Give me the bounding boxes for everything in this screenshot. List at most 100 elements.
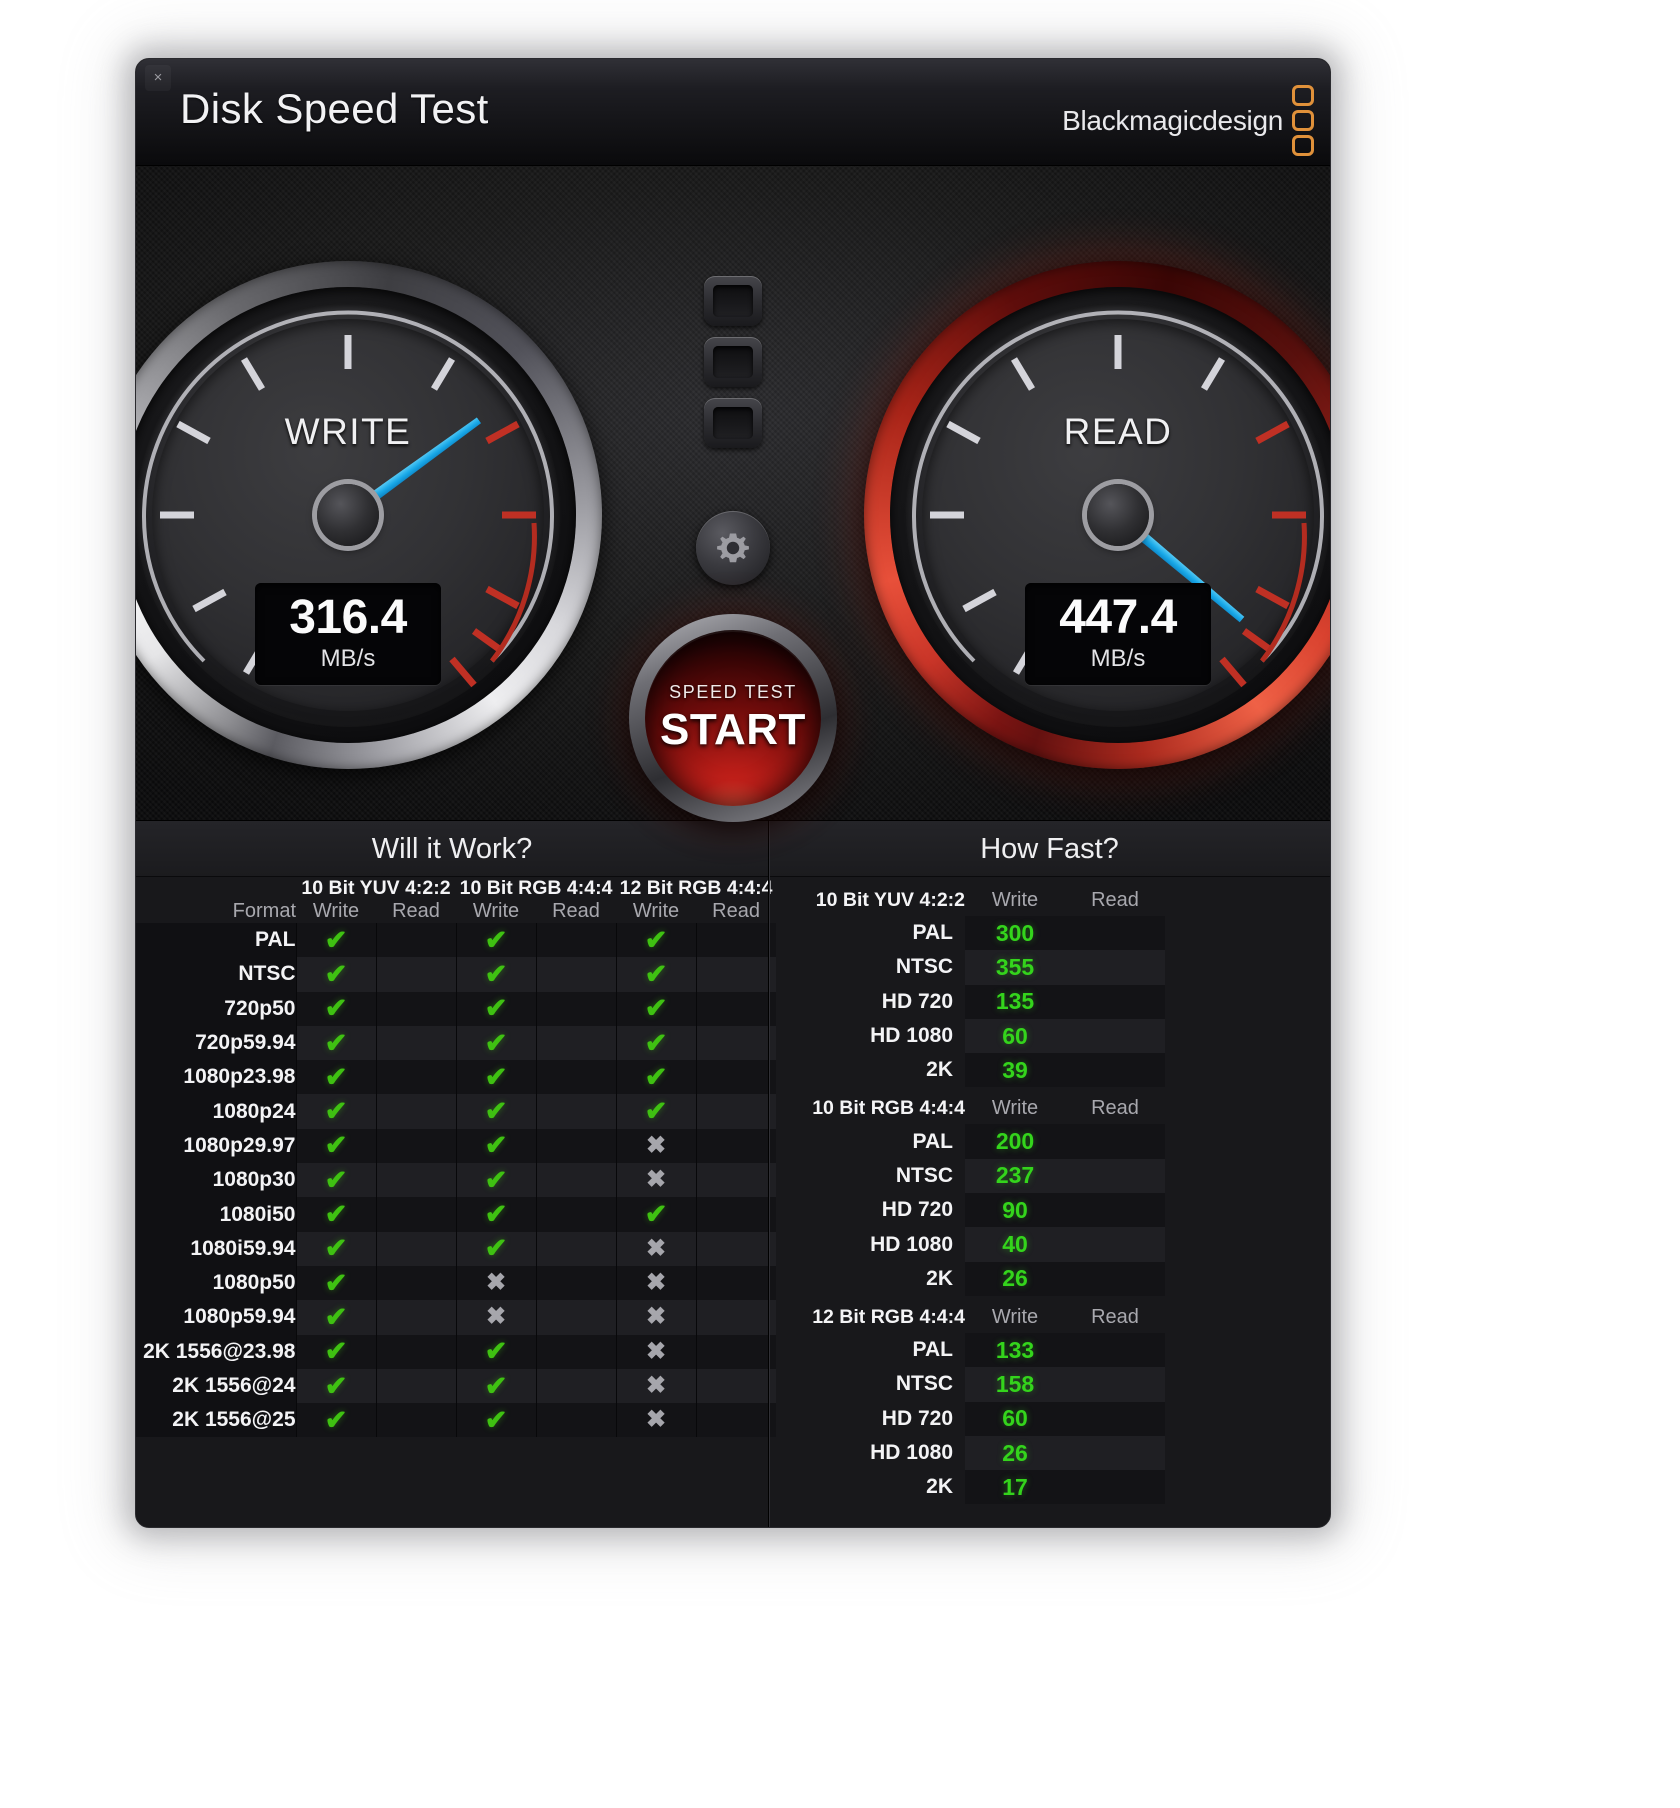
support-cell [535,1128,617,1164]
support-cell [535,1060,617,1095]
support-cell: ✔ [455,1060,537,1095]
read-unit: MB/s [1090,645,1146,673]
write-column-header: Write [991,1305,1039,1328]
cross-icon: ✖ [645,1337,667,1365]
brand-text: Blackmagicdesign [1062,104,1283,136]
read-speed-value [1065,1261,1165,1296]
will-it-work-body: PAL ✔ ✔ ✔ NTSC ✔ ✔ ✔ 720p50 ✔ ✔ ✔ 720p59.94 ✔ ✔ ✔ 1080p2… [136,923,777,1438]
table-row: 1080p30 ✔ ✔ ✖ [136,1163,777,1198]
read-value: 447.4 [1059,591,1177,644]
check-icon: ✔ [324,1096,348,1127]
write-speed-value: 200 [965,1124,1065,1159]
support-cell [535,1403,617,1438]
close-button[interactable]: × [145,65,171,91]
write-speed-value: 158 [965,1367,1065,1402]
read-speed-value [1065,1227,1165,1262]
title-bar: × Disk Speed Test Blackmagicdesign [136,59,1330,166]
cross-icon: ✖ [645,1131,667,1159]
support-cell: ✔ [615,991,697,1026]
support-cell [695,923,777,958]
list-item: HD 720 90 [769,1193,1330,1228]
support-cell: ✖ [615,1300,697,1335]
how-fast-table: 10 Bit YUV 4:2:2 Write Read PAL 300 NTSC 355 HD… [769,879,1330,1505]
read-speed-value [1065,1158,1165,1194]
group-header-0: 10 Bit YUV 4:2:2 [301,877,451,899]
support-cell [535,1334,617,1369]
support-cell: ✔ [295,1128,376,1164]
check-icon: ✔ [324,1404,348,1435]
format-label: PAL [912,1338,953,1362]
list-item: PAL 300 [769,916,1330,951]
support-cell: ✔ [455,991,537,1026]
start-button-sublabel: SPEED TEST [669,681,797,702]
check-icon: ✔ [644,993,668,1024]
list-item: 2K 39 [769,1053,1330,1088]
format-label: 2K 1556@25 [136,1403,296,1438]
start-button-label: START [660,704,806,754]
format-label: HD 1080 [870,1441,953,1464]
support-cell [375,1265,457,1301]
check-icon: ✔ [324,1370,348,1401]
support-cell: ✔ [615,957,697,992]
subheader-format: Format [232,900,296,922]
support-cell [375,1025,457,1061]
support-cell [695,991,777,1026]
stack-button-1[interactable] [704,276,762,326]
check-icon: ✔ [324,1130,348,1161]
stack-button-3[interactable] [704,398,762,448]
support-cell: ✔ [295,1403,376,1438]
will-it-work-header: 10 Bit YUV 4:2:2 10 Bit RGB 4:4:4 12 Bit… [136,877,776,923]
support-cell [695,1300,777,1335]
support-cell [695,1368,777,1404]
write-speed-value: 60 [965,1401,1065,1436]
support-cell: ✔ [295,1197,376,1232]
write-speed-value: 90 [965,1193,1065,1228]
cross-icon: ✖ [645,1269,667,1297]
support-cell: ✔ [615,1197,697,1232]
read-speed-value [1065,1470,1165,1505]
how-fast-section-header: 10 Bit YUV 4:2:2 Write Read [769,879,1330,916]
support-cell [695,1334,777,1369]
support-cell: ✔ [295,957,376,992]
format-label: PAL [912,921,953,945]
how-fast-panel: How Fast? 10 Bit YUV 4:2:2 Write Read PAL 30… [768,821,1330,1527]
write-speed-value: 26 [965,1261,1065,1296]
cross-icon: ✖ [645,1234,667,1262]
brand-logo: Blackmagicdesign [1062,85,1314,156]
support-cell [535,1300,617,1335]
support-cell: ✔ [455,1231,537,1266]
check-icon: ✔ [484,1233,508,1264]
list-item: PAL 133 [769,1332,1330,1368]
support-cell: ✔ [615,1094,697,1129]
check-icon: ✔ [484,1096,508,1127]
table-row: 720p50 ✔ ✔ ✔ [136,991,777,1026]
read-speed-value [1065,1124,1165,1159]
table-row: 2K 1556@23.98 ✔ ✔ ✖ [136,1334,777,1369]
gear-icon-glyph [717,533,749,563]
will-it-work-subheader-row: Format Write Read Write Read Write Read [136,900,776,923]
table-row: 2K 1556@25 ✔ ✔ ✖ [136,1403,777,1438]
format-label: 1080p59.94 [136,1300,296,1335]
write-value: 316.4 [289,591,407,644]
support-cell: ✔ [455,1025,537,1061]
how-fast-body: 10 Bit YUV 4:2:2 Write Read PAL 300 NTSC 355 HD… [769,879,1330,1505]
will-it-work-panel: Will it Work? 10 Bit YUV 4:2:2 10 Bit RG… [136,821,777,1527]
gear-icon[interactable] [696,511,770,585]
subheader-read-0: Read [392,900,440,922]
support-cell [375,957,457,992]
read-gauge-hub [1087,484,1149,546]
support-cell: ✔ [455,1403,537,1438]
check-icon: ✔ [324,1267,348,1298]
speed-test-start-button[interactable]: SPEED TEST START [629,614,837,822]
cross-icon: ✖ [645,1166,667,1194]
support-cell [375,1334,457,1369]
support-cell: ✖ [615,1231,697,1266]
support-cell: ✖ [455,1300,537,1335]
stack-button-2[interactable] [704,337,762,387]
how-fast-heading: How Fast? [769,821,1330,877]
start-button-inner: SPEED TEST START [645,630,821,806]
check-icon: ✔ [484,1404,508,1435]
read-speed-value [1065,1332,1165,1368]
center-button-stack [704,276,762,448]
support-cell: ✖ [615,1163,697,1198]
